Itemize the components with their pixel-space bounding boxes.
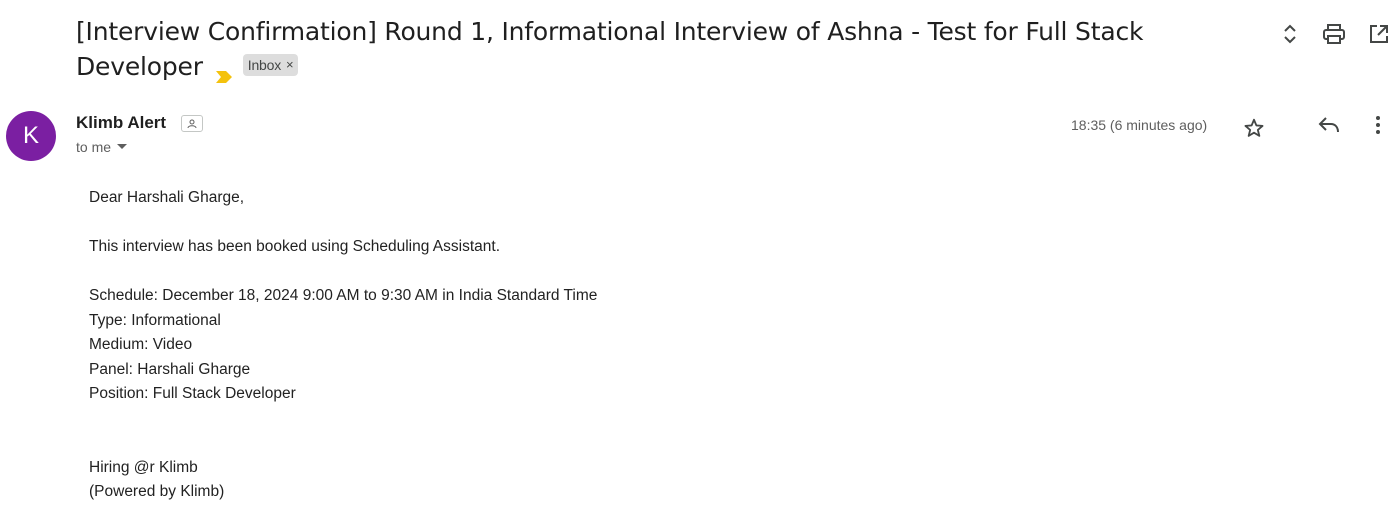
- email-view: [Interview Confirmation] Round 1, Inform…: [0, 0, 1394, 529]
- open-in-new-window-icon[interactable]: [1367, 22, 1391, 46]
- recipient-details-toggle[interactable]: to me: [76, 139, 128, 155]
- star-icon[interactable]: [1242, 116, 1266, 140]
- position-line: Position: Full Stack Developer: [89, 385, 296, 402]
- medium-line: Medium: Video: [89, 336, 193, 353]
- label-text: Inbox: [247, 57, 282, 73]
- email-timestamp: 18:35 (6 minutes ago): [1071, 117, 1208, 133]
- email-subject: [Interview Confirmation] Round 1, Inform…: [76, 14, 1226, 84]
- panel-line: Panel: Harshali Gharge: [89, 360, 251, 378]
- print-icon[interactable]: [1322, 22, 1346, 46]
- sender-name[interactable]: Klimb Alert: [76, 113, 166, 133]
- powered-by-line: (Powered by Klimb): [89, 483, 225, 500]
- inbox-label-chip[interactable]: Inbox ×: [242, 54, 299, 76]
- schedule-line: Schedule: December 18, 2024 9:00 AM to 9…: [89, 287, 598, 304]
- remove-label-icon[interactable]: ×: [286, 55, 294, 75]
- recipient-text: to me: [76, 139, 112, 155]
- chevron-down-icon: [117, 144, 128, 149]
- more-options-icon[interactable]: [1366, 113, 1390, 137]
- importance-marker-icon[interactable]: [215, 58, 233, 83]
- greeting: Dear Harshali Gharge,: [89, 189, 245, 206]
- contact-info-icon[interactable]: [181, 115, 203, 132]
- type-line: Type: Informational: [89, 311, 221, 329]
- reply-icon[interactable]: [1317, 113, 1341, 137]
- subject-text: [Interview Confirmation] Round 1, Inform…: [76, 17, 1144, 81]
- expand-collapse-icon[interactable]: [1278, 22, 1302, 46]
- sender-avatar[interactable]: K: [6, 111, 56, 161]
- signature-line: Hiring @r Klimb: [89, 458, 198, 476]
- intro-text: This interview has been booked using Sch…: [89, 238, 500, 255]
- email-body: Dear Harshali Gharge, This interview has…: [89, 186, 597, 505]
